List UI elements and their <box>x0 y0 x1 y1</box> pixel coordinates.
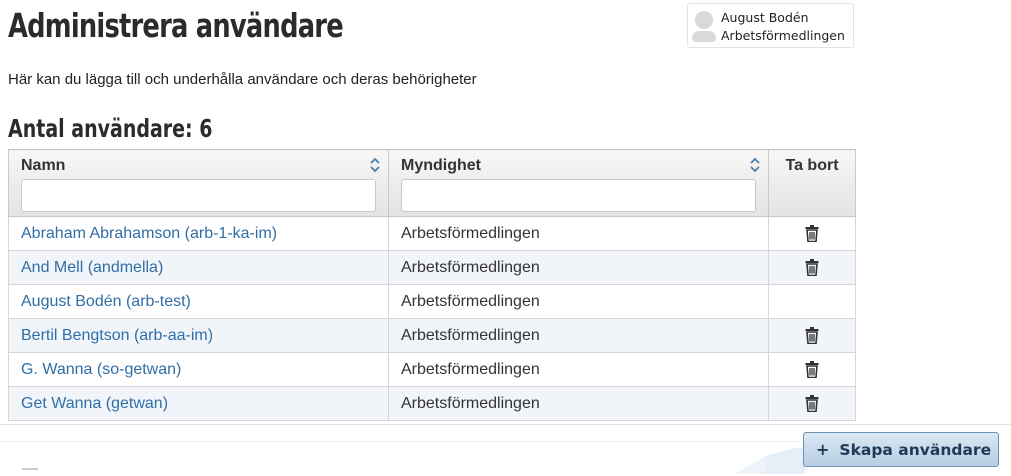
trash-icon[interactable] <box>805 224 819 242</box>
users-table: Namn Myndighet Ta bort Abraham Abrahamso… <box>8 149 856 421</box>
table-row: Abraham Abrahamson (arb-1-ka-im) Arbetsf… <box>8 216 856 251</box>
delete-cell <box>768 250 856 285</box>
agency-cell: Arbetsförmedlingen <box>388 352 769 387</box>
column-label-agency: Myndighet <box>401 157 481 174</box>
user-link[interactable]: Bertil Bengtson (arb-aa-im) <box>21 327 213 344</box>
current-user-name: August Bodén <box>721 10 809 25</box>
current-user-card[interactable]: August Bodén Arbetsförmedlingen <box>687 3 854 48</box>
user-name-cell: August Bodén (arb-test) <box>8 284 389 319</box>
table-row: And Mell (andmella) Arbetsförmedlingen <box>8 250 856 285</box>
page-title: Administrera användare <box>8 6 344 45</box>
delete-cell <box>768 352 856 387</box>
table-row: G. Wanna (so-getwan) Arbetsförmedlingen <box>8 352 856 387</box>
create-user-label: Skapa användare <box>839 440 992 459</box>
sort-icon[interactable] <box>370 157 380 173</box>
trash-icon[interactable] <box>805 360 819 378</box>
user-name-cell: G. Wanna (so-getwan) <box>8 352 389 387</box>
column-label-name: Namn <box>21 157 66 174</box>
table-header-row: Namn Myndighet Ta bort <box>8 149 856 217</box>
column-header-agency[interactable]: Myndighet <box>388 149 769 217</box>
user-link[interactable]: And Mell (andmella) <box>21 259 163 276</box>
table-row: Get Wanna (getwan) Arbetsförmedlingen <box>8 386 856 421</box>
table-row: August Bodén (arb-test) Arbetsförmedling… <box>8 284 856 319</box>
trash-icon[interactable] <box>805 326 819 344</box>
agency-cell: Arbetsförmedlingen <box>388 216 769 251</box>
agency-cell: Arbetsförmedlingen <box>388 250 769 285</box>
delete-cell <box>768 386 856 421</box>
delete-cell <box>768 216 856 251</box>
user-name-cell: Abraham Abrahamson (arb-1-ka-im) <box>8 216 389 251</box>
name-filter-input[interactable] <box>21 179 376 212</box>
user-count-title: Antal användare: 6 <box>8 114 213 143</box>
column-label-delete: Ta bort <box>785 157 839 174</box>
delete-cell <box>768 318 856 353</box>
trash-icon[interactable] <box>805 394 819 412</box>
current-user-organization: Arbetsförmedlingen <box>721 28 845 43</box>
intro-text: Här kan du lägga till och underhålla anv… <box>8 71 477 88</box>
agency-cell: Arbetsförmedlingen <box>388 284 769 319</box>
user-name-cell: Bertil Bengtson (arb-aa-im) <box>8 318 389 353</box>
user-link[interactable]: G. Wanna (so-getwan) <box>21 361 181 378</box>
user-name-cell: And Mell (andmella) <box>8 250 389 285</box>
table-row: Bertil Bengtson (arb-aa-im) Arbetsförmed… <box>8 318 856 353</box>
user-link[interactable]: Abraham Abrahamson (arb-1-ka-im) <box>21 225 277 242</box>
agency-cell: Arbetsförmedlingen <box>388 318 769 353</box>
plus-icon: + <box>816 440 830 459</box>
footer-divider-secondary <box>0 441 800 442</box>
trash-icon[interactable] <box>805 258 819 276</box>
user-name-cell: Get Wanna (getwan) <box>8 386 389 421</box>
create-user-button[interactable]: + Skapa användare <box>803 432 999 467</box>
delete-cell <box>768 284 856 319</box>
background-decoration <box>735 448 805 474</box>
footer-divider <box>0 424 1011 425</box>
user-link[interactable]: August Bodén (arb-test) <box>21 293 191 310</box>
sort-icon[interactable] <box>750 157 760 173</box>
column-header-name[interactable]: Namn <box>8 149 389 217</box>
footer-decoration <box>22 468 38 476</box>
agency-filter-input[interactable] <box>401 179 756 212</box>
column-header-delete: Ta bort <box>768 149 856 217</box>
agency-cell: Arbetsförmedlingen <box>388 386 769 421</box>
user-link[interactable]: Get Wanna (getwan) <box>21 395 168 412</box>
